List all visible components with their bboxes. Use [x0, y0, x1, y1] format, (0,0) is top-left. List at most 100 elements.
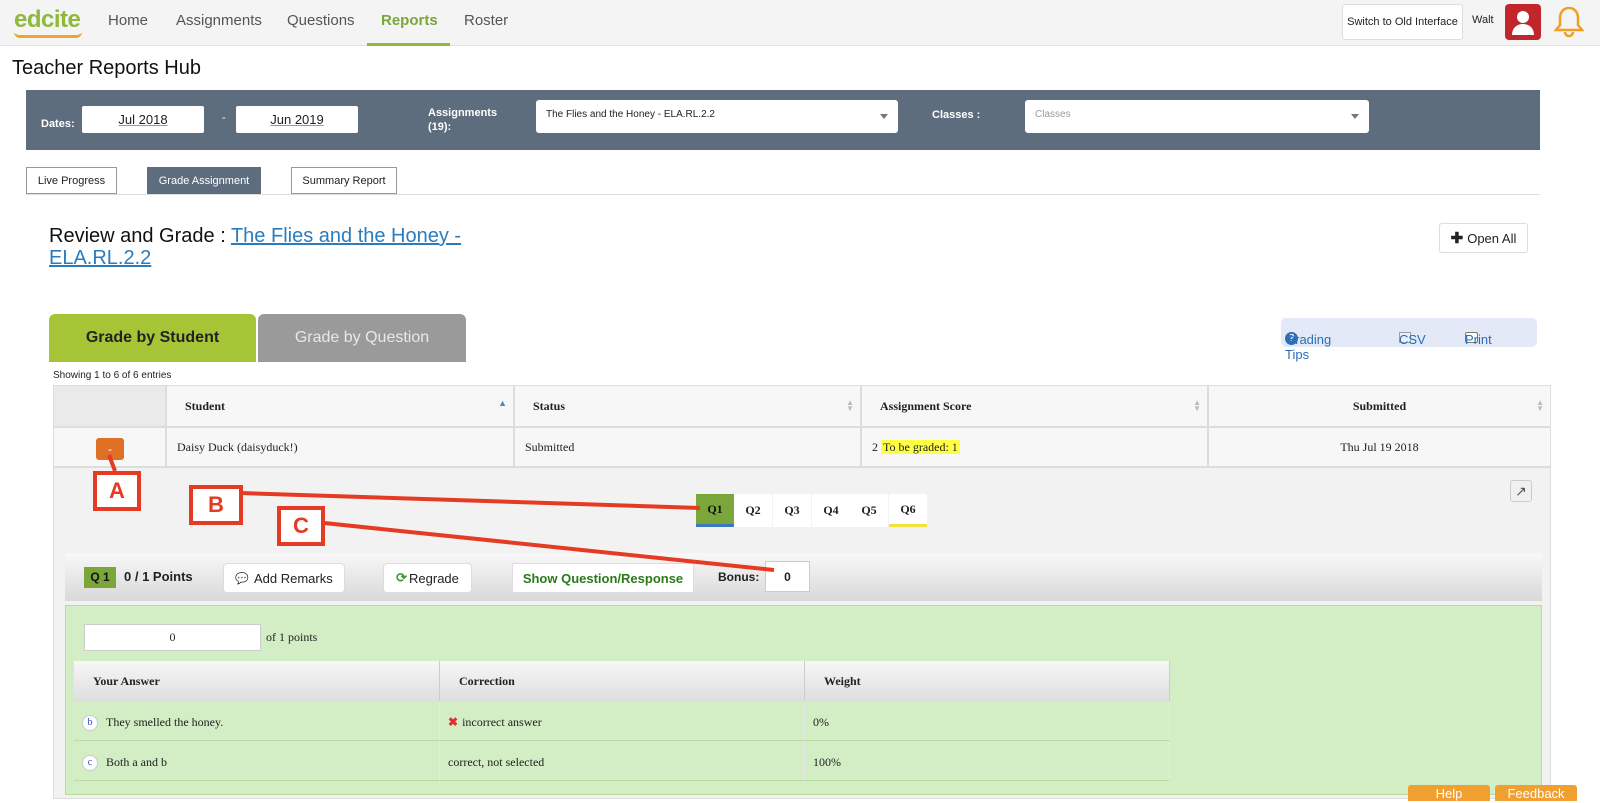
question-tab-q6[interactable]: Q6 [889, 494, 927, 527]
question-tab-q4[interactable]: Q4 [812, 494, 850, 527]
points-total-label: of 1 points [266, 630, 318, 644]
answer-text: Both a and b [106, 755, 167, 769]
header-submitted-label: Submitted [1352, 399, 1407, 413]
header-score-label: Assignment Score [880, 399, 972, 413]
chevron-down-icon [880, 114, 888, 119]
regrade-label: Regrade [409, 570, 459, 586]
report-tools: ? Grading Tips CSV Print [1281, 318, 1537, 362]
header-assignment-score[interactable]: Assignment Score ▲ ▼ [861, 385, 1208, 427]
nav-questions[interactable]: Questions [287, 12, 355, 29]
nav-reports[interactable]: Reports [381, 12, 438, 29]
bonus-input[interactable]: 0 [765, 561, 810, 592]
answer-row-2-weight: 100% [805, 743, 1170, 781]
tab-summary-report[interactable]: Summary Report [291, 167, 397, 194]
regrade-button[interactable]: ⟳ Regrade [383, 563, 472, 593]
answer-text: They smelled the honey. [106, 715, 224, 729]
show-question-response-button[interactable]: Show Question/Response [512, 563, 694, 593]
date-from-input[interactable]: Jul 2018 [82, 106, 204, 133]
answer-row-1-answer: b They smelled the honey. [74, 703, 440, 741]
switch-interface-button[interactable]: Switch to Old Interface [1342, 4, 1463, 40]
filter-bar: Dates: Jul 2018 - Jun 2019 Assignments (… [26, 90, 1540, 150]
score-value: 2 [872, 440, 878, 454]
edcite-logo[interactable]: edcite [14, 6, 82, 38]
top-navbar: edcite Home Assignments Questions Report… [0, 0, 1600, 46]
tab-grade-assignment[interactable]: Grade Assignment [147, 167, 261, 194]
question-badge: Q 1 [84, 567, 116, 588]
student-name-cell: Daisy Duck (daisyduck!) [166, 427, 514, 467]
add-remarks-label: Add Remarks [253, 570, 333, 586]
refresh-icon: ⟳ [396, 570, 408, 585]
open-all-label: Open All [1467, 230, 1517, 246]
header-status-label: Status [533, 399, 566, 413]
page-title: Teacher Reports Hub [12, 57, 201, 79]
score-cell: 2 To be graded: 1 [861, 427, 1208, 467]
dates-label: Dates: [41, 118, 75, 130]
classes-placeholder: Classes [1035, 109, 1071, 120]
choice-letter-badge: b [82, 715, 98, 732]
question-points: 0 / 1 Points [124, 569, 193, 584]
expand-icon[interactable]: ↗ [1510, 480, 1532, 502]
classes-select[interactable]: Classes [1025, 100, 1369, 133]
question-tab-q3[interactable]: Q3 [773, 494, 811, 527]
user-name[interactable]: Walt [1472, 14, 1494, 26]
header-submitted[interactable]: Submitted ▲ ▼ [1208, 385, 1551, 427]
answer-row-2-answer: c Both a and b [74, 743, 440, 781]
date-separator: - [222, 112, 226, 124]
answer-header-weight: Weight [805, 661, 1170, 701]
annotation-a: A [93, 471, 141, 511]
assignment-select[interactable]: The Flies and the Honey - ELA.RL.2.2 [536, 100, 898, 133]
nav-active-indicator [367, 43, 450, 46]
status-cell: Submitted [514, 427, 861, 467]
bonus-label: Bonus: [718, 570, 760, 584]
plus-icon: ✚ [1450, 230, 1464, 247]
sort-icon: ▲ ▼ [1193, 398, 1201, 413]
open-all-button[interactable]: ✚ Open All [1439, 223, 1528, 253]
collapse-row-button[interactable]: - [96, 438, 124, 460]
submitted-cell: Thu Jul 19 2018 [1208, 427, 1551, 467]
answer-row-2-correction: correct, not selected [440, 743, 805, 781]
header-status[interactable]: Status ▲ ▼ [514, 385, 861, 427]
csv-label: CSV [1399, 332, 1426, 347]
to-be-graded-badge: To be graded: 1 [881, 440, 960, 454]
bell-icon[interactable] [1552, 4, 1586, 40]
answer-header-your-answer: Your Answer [74, 661, 440, 701]
tab-divider [26, 194, 1540, 195]
question-tab-q1[interactable]: Q1 [696, 494, 734, 527]
entries-info: Showing 1 to 6 of 6 entries [53, 370, 172, 381]
review-heading: Review and Grade : The Flies and the Hon… [49, 225, 509, 269]
tab-grade-by-student[interactable]: Grade by Student [49, 314, 256, 362]
annotation-c: C [277, 506, 325, 546]
chevron-down-icon [1351, 114, 1359, 119]
header-student[interactable]: Student ▲ [166, 385, 514, 427]
tab-live-progress[interactable]: Live Progress [26, 167, 117, 194]
assignment-selected-value: The Flies and the Honey - ELA.RL.2.2 [546, 109, 715, 120]
incorrect-x-icon: ✖ [448, 715, 459, 729]
sort-icon: ▲ ▼ [1536, 398, 1544, 413]
nav-home[interactable]: Home [108, 12, 148, 29]
correction-text: incorrect answer [462, 715, 542, 729]
points-input[interactable]: 0 [84, 624, 261, 651]
answer-row-1-correction: ✖ incorrect answer [440, 703, 805, 741]
classes-label: Classes : [932, 109, 981, 121]
nav-roster[interactable]: Roster [464, 12, 508, 29]
answer-row-1-weight: 0% [805, 703, 1170, 741]
header-student-label: Student [185, 399, 226, 413]
assignments-label: Assignments (19): [428, 107, 498, 133]
sort-asc-icon: ▲ [498, 398, 507, 408]
row-toggle-cell: - [53, 427, 166, 467]
sort-icon: ▲ ▼ [846, 398, 854, 413]
comment-icon: 💬 [235, 572, 249, 585]
question-tab-q2[interactable]: Q2 [734, 494, 772, 527]
add-remarks-button[interactable]: 💬 Add Remarks [223, 563, 345, 593]
question-tab-q5[interactable]: Q5 [850, 494, 888, 527]
print-label: Print [1465, 332, 1492, 347]
choice-letter-badge: c [82, 755, 98, 772]
tab-grade-by-question[interactable]: Grade by Question [258, 314, 466, 362]
nav-assignments[interactable]: Assignments [176, 12, 262, 29]
grading-tips-label: Grading Tips [1285, 332, 1332, 362]
date-to-input[interactable]: Jun 2019 [236, 106, 358, 133]
review-prefix: Review and Grade : [49, 225, 226, 247]
header-toggle-col [53, 385, 166, 427]
user-avatar-icon[interactable] [1505, 4, 1541, 40]
answer-header-correction: Correction [440, 661, 805, 701]
